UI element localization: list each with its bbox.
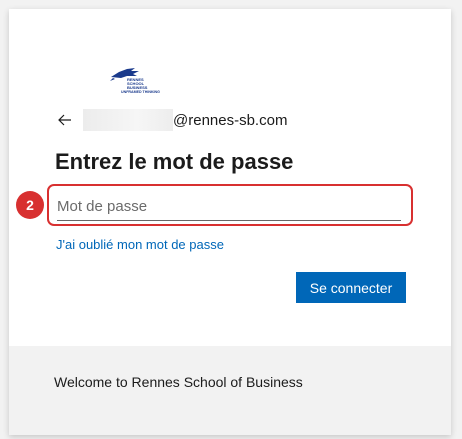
account-identity: @rennes-sb.com xyxy=(57,109,287,131)
sign-in-button[interactable]: Se connecter xyxy=(296,272,406,303)
back-arrow-icon[interactable] xyxy=(57,112,73,128)
step-number-badge: 2 xyxy=(16,191,44,219)
sign-in-card: RENNES SCHOOL BUSINESS UNFRAMED THINKING… xyxy=(9,9,451,435)
logo-tagline: UNFRAMED THINKING xyxy=(121,90,160,94)
email-domain: @rennes-sb.com xyxy=(173,111,288,129)
footer-banner: Welcome to Rennes School of Business xyxy=(9,346,451,435)
password-field-highlight xyxy=(47,184,413,226)
redacted-username xyxy=(83,109,173,131)
password-input[interactable] xyxy=(57,193,401,221)
page-title: Entrez le mot de passe xyxy=(55,149,294,174)
forgot-password-link[interactable]: J'ai oublié mon mot de passe xyxy=(56,237,224,252)
rennes-school-of-business-logo: RENNES SCHOOL BUSINESS UNFRAMED THINKING xyxy=(109,65,171,95)
footer-welcome-text: Welcome to Rennes School of Business xyxy=(54,374,303,390)
